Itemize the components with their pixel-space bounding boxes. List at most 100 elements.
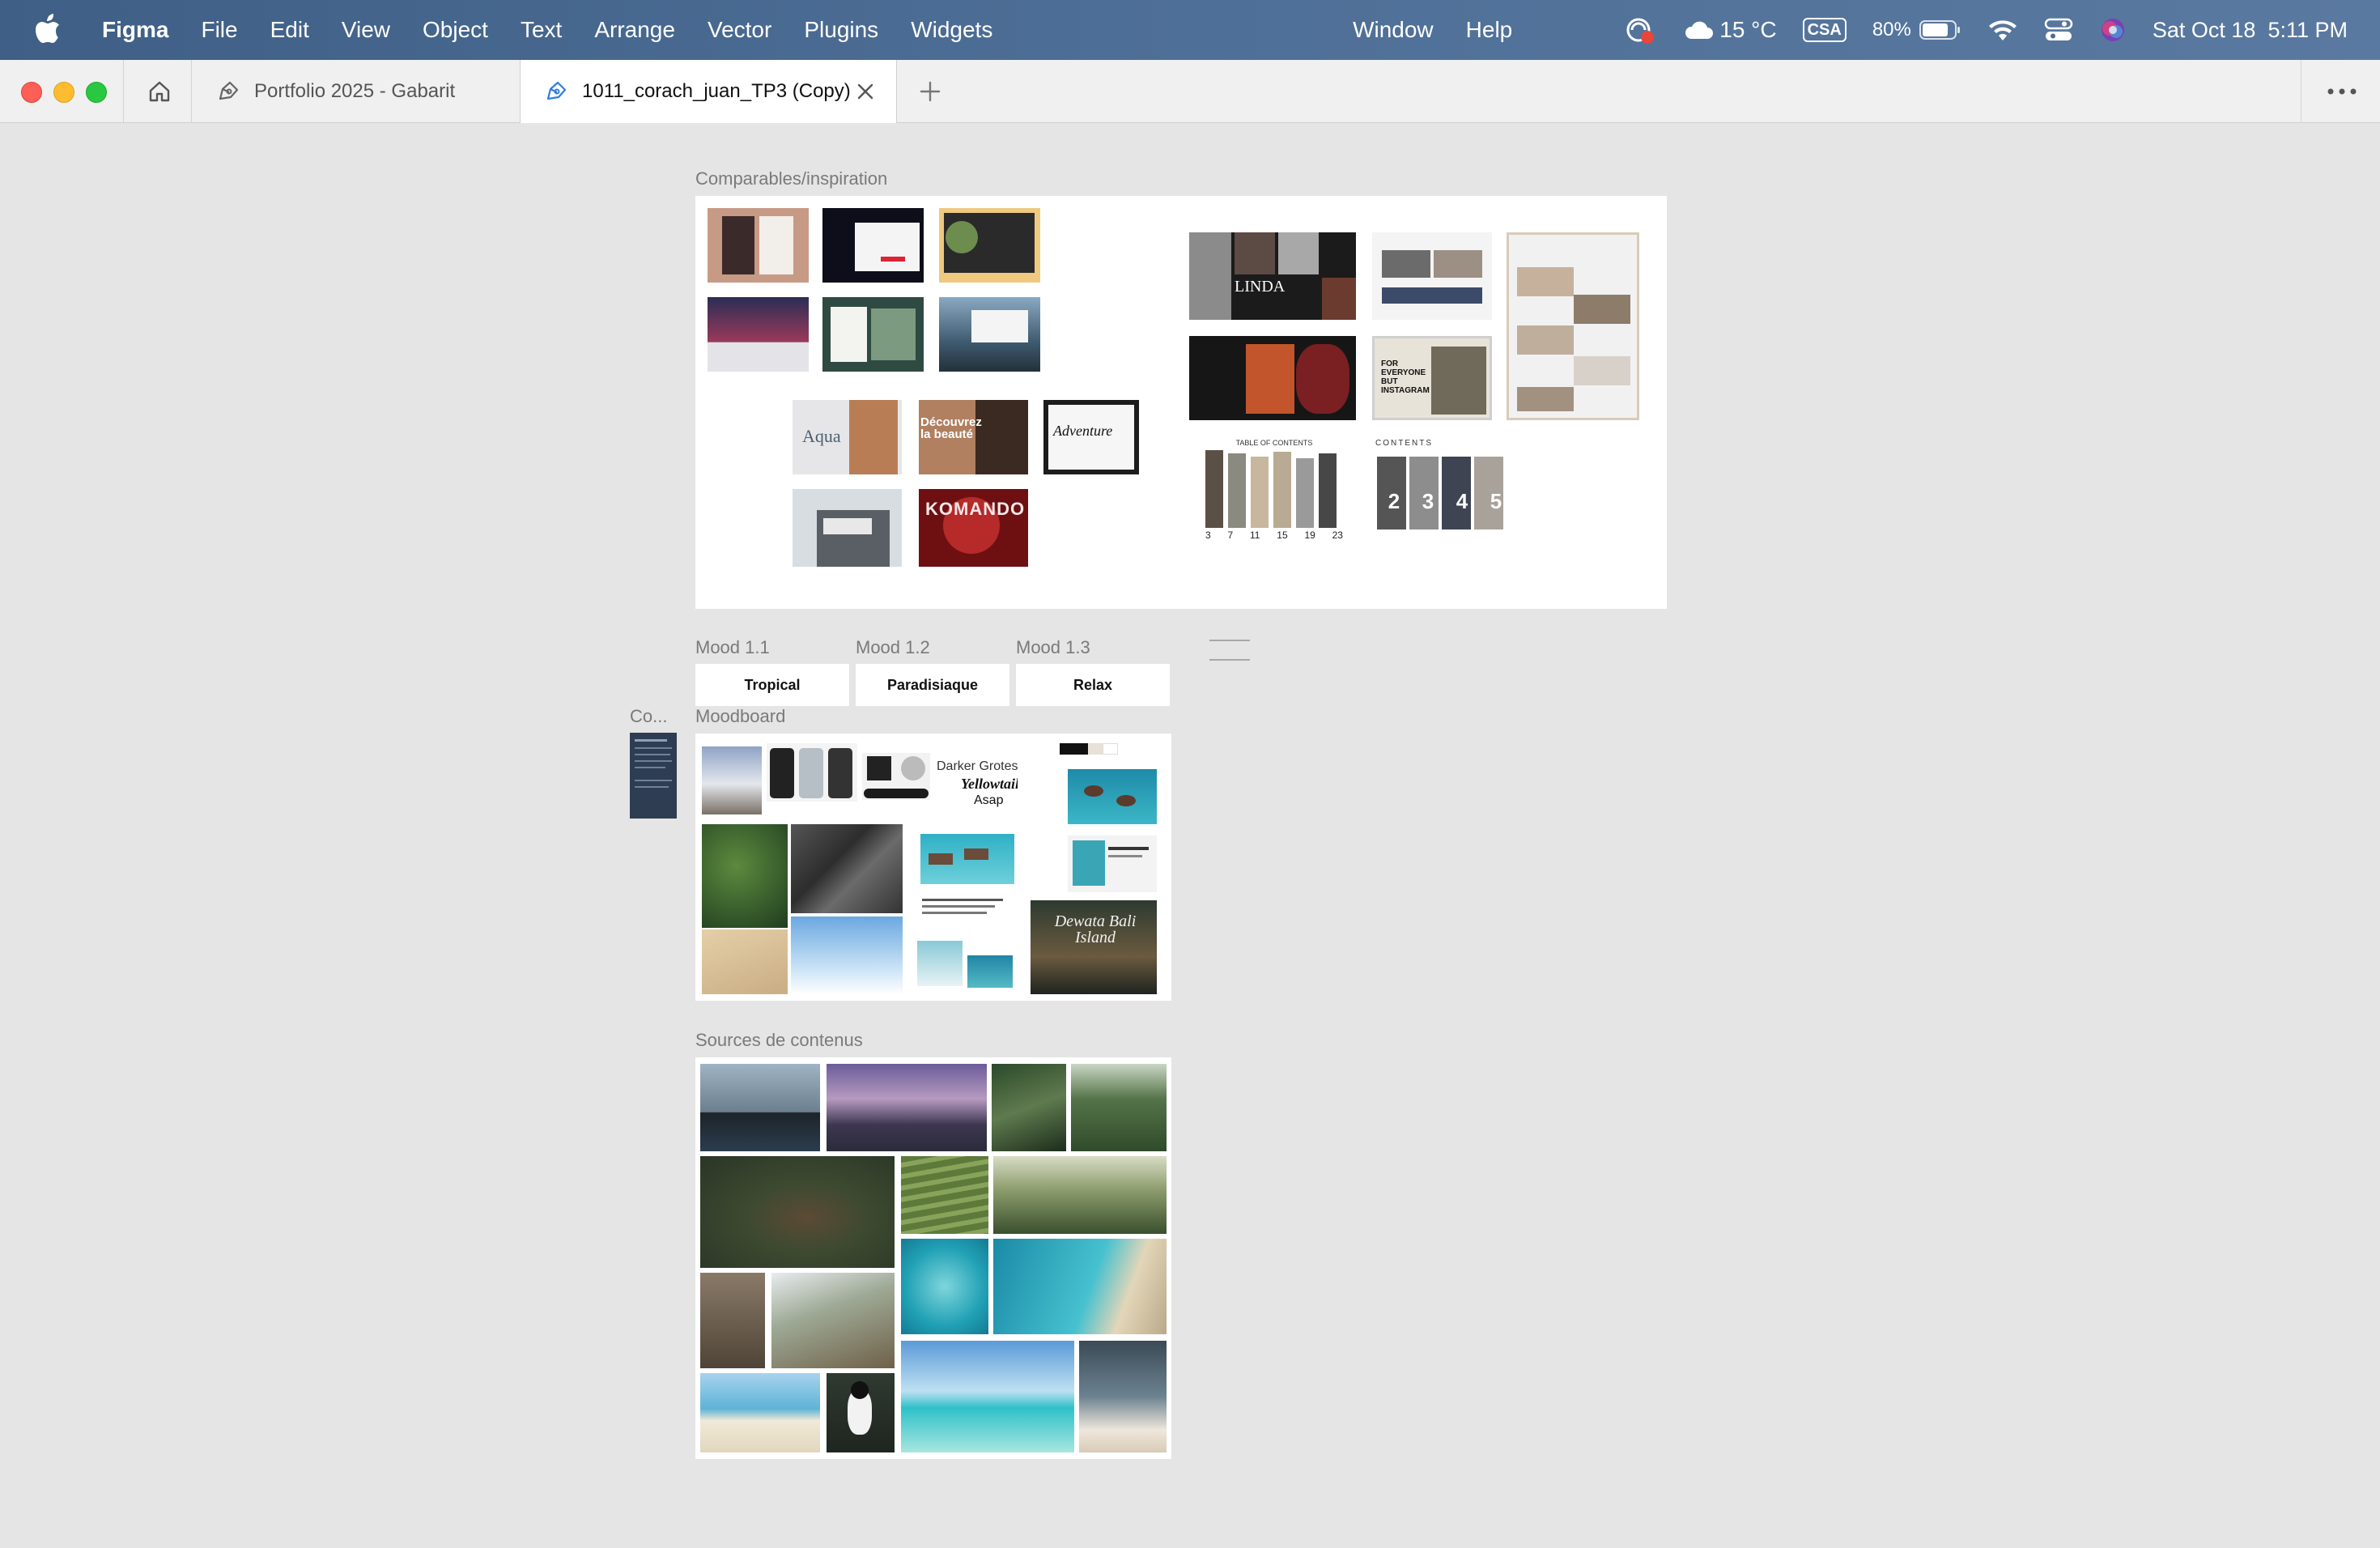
inspiration-thumb-komando[interactable]: KOMANDO xyxy=(919,489,1028,567)
inspiration-thumb-linda[interactable]: LINDA xyxy=(1189,232,1356,320)
tab-portfolio[interactable]: Portfolio 2025 - Gabarit xyxy=(193,60,518,123)
moodboard-thumb[interactable] xyxy=(1068,836,1157,892)
menu-widgets[interactable]: Widgets xyxy=(895,0,1009,60)
control-center-icon[interactable] xyxy=(2031,17,2086,43)
source-photo[interactable] xyxy=(901,1156,988,1234)
source-photo[interactable] xyxy=(901,1341,1074,1452)
close-tab-icon[interactable] xyxy=(854,80,877,103)
screen-recording-icon[interactable] xyxy=(1609,14,1671,46)
mood-card-relax[interactable]: Relax xyxy=(1016,664,1170,706)
new-tab-plus-icon[interactable] xyxy=(915,76,946,107)
inspiration-thumb-toc[interactable]: TABLE OF CONTENTS 3 7 11 15 19 23 xyxy=(1197,439,1351,552)
comparables-frame[interactable]: Aqua Découvrez la beauté Adventure KOMAN… xyxy=(695,196,1667,609)
menu-text[interactable]: Text xyxy=(504,0,578,60)
inspiration-thumb-everyone[interactable]: FOR EVERYONE BUT INSTAGRAM xyxy=(1372,336,1492,420)
mood-card-tropical[interactable]: Tropical xyxy=(695,664,849,706)
moodboard-thumb[interactable] xyxy=(862,753,930,800)
siri-icon[interactable] xyxy=(2086,16,2140,44)
frame-label-mood-2[interactable]: Mood 1.2 xyxy=(856,637,930,658)
source-photo[interactable] xyxy=(1071,1064,1167,1151)
moodboard-thumb-phones[interactable] xyxy=(767,743,857,802)
source-photo[interactable] xyxy=(901,1239,988,1334)
thumb-text: Adventure xyxy=(1053,423,1113,439)
menu-view[interactable]: View xyxy=(325,0,406,60)
inspiration-thumb[interactable] xyxy=(793,489,902,567)
fullscreen-window-button[interactable] xyxy=(86,82,107,103)
source-photo[interactable] xyxy=(1079,1341,1167,1452)
home-button[interactable] xyxy=(138,74,181,108)
inspiration-thumb[interactable] xyxy=(708,208,809,283)
mood-card-paradisiaque[interactable]: Paradisiaque xyxy=(856,664,1009,706)
weather-status[interactable]: 15 °C xyxy=(1671,0,1789,60)
co-frame[interactable] xyxy=(630,733,677,819)
source-photo[interactable] xyxy=(700,1156,895,1268)
input-source-badge: CSA xyxy=(1802,18,1847,42)
toc-number: 11 xyxy=(1250,529,1260,541)
moodboard-thumb-sand[interactable] xyxy=(702,929,788,994)
moodboard-thumb[interactable] xyxy=(920,834,1014,884)
moodboard-thumb[interactable] xyxy=(1068,769,1157,824)
frame-label-sources[interactable]: Sources de contenus xyxy=(695,1030,863,1051)
moodboard-thumb-clouds[interactable] xyxy=(791,916,903,994)
source-photo[interactable] xyxy=(827,1064,987,1151)
source-photo[interactable] xyxy=(993,1156,1167,1234)
frame-label-moodboard[interactable]: Moodboard xyxy=(695,706,785,727)
source-photo[interactable] xyxy=(992,1064,1066,1151)
frame-label-mood-1[interactable]: Mood 1.1 xyxy=(695,637,770,658)
apple-logo-icon[interactable] xyxy=(32,14,62,46)
inspiration-thumb[interactable] xyxy=(939,208,1040,283)
menu-arrange[interactable]: Arrange xyxy=(578,0,691,60)
frame-label-comparables[interactable]: Comparables/inspiration xyxy=(695,168,887,189)
clock[interactable]: Sat Oct 18 5:11 PM xyxy=(2140,0,2361,60)
source-photo[interactable] xyxy=(827,1373,895,1452)
more-options-icon[interactable] xyxy=(2322,79,2362,104)
moodboard-color-palette[interactable] xyxy=(1060,743,1118,755)
thumb-text: CONTENTS xyxy=(1375,439,1433,448)
menu-vector[interactable]: Vector xyxy=(691,0,788,60)
inspiration-thumb-adventure[interactable]: Adventure xyxy=(1043,400,1139,474)
moodboard-frame[interactable]: Darker Grotesque Yellowtail Asap xyxy=(695,734,1171,1001)
inspiration-thumb[interactable] xyxy=(822,208,924,283)
canvas-line-element[interactable] xyxy=(1209,640,1250,641)
battery-status[interactable]: 80% xyxy=(1859,0,1974,60)
frame-label-mood-3[interactable]: Mood 1.3 xyxy=(1016,637,1090,658)
inspiration-thumb[interactable] xyxy=(1189,336,1356,420)
minimize-window-button[interactable] xyxy=(53,82,74,103)
inspiration-thumb-aqua[interactable]: Aqua xyxy=(793,400,902,474)
frame-label-co[interactable]: Co... xyxy=(630,706,667,727)
inspiration-thumb[interactable] xyxy=(822,297,924,372)
inspiration-thumb[interactable] xyxy=(1507,232,1639,420)
inspiration-thumb-contents[interactable]: CONTENTS 2 3 4 5 xyxy=(1375,439,1513,552)
tab-bar: Portfolio 2025 - Gabarit 1011_corach_jua… xyxy=(0,60,2380,123)
menu-file[interactable]: File xyxy=(185,0,253,60)
menu-help[interactable]: Help xyxy=(1450,0,1529,60)
moodboard-thumb-leaves[interactable] xyxy=(702,824,788,928)
inspiration-thumb[interactable] xyxy=(939,297,1040,372)
tab-active-file[interactable]: 1011_corach_juan_TP3 (Copy) xyxy=(520,60,897,123)
inspiration-thumb-beaute[interactable]: Découvrez la beauté xyxy=(919,400,1028,474)
menu-plugins[interactable]: Plugins xyxy=(788,0,895,60)
wifi-icon[interactable] xyxy=(1974,18,2031,42)
inspiration-thumb[interactable] xyxy=(1372,232,1492,320)
input-source[interactable]: CSA xyxy=(1790,18,1859,42)
inspiration-thumb[interactable] xyxy=(708,297,809,372)
menu-object[interactable]: Object xyxy=(406,0,504,60)
source-photo[interactable] xyxy=(700,1373,820,1452)
source-photo[interactable] xyxy=(993,1239,1167,1334)
moodboard-thumb-sand-dark[interactable] xyxy=(791,824,903,913)
menu-window[interactable]: Window xyxy=(1337,0,1450,60)
canvas-line-element[interactable] xyxy=(1209,659,1250,661)
menu-edit[interactable]: Edit xyxy=(254,0,325,60)
moodboard-thumb-bali[interactable]: Dewata Bali Island xyxy=(1031,900,1157,994)
design-canvas[interactable]: Comparables/inspiration Aqua Découvrez l… xyxy=(0,123,2380,1548)
thumb-text: LINDA xyxy=(1235,278,1286,296)
source-photo[interactable] xyxy=(771,1273,895,1368)
tab-divider xyxy=(123,60,124,123)
sources-frame[interactable] xyxy=(695,1057,1171,1459)
moodboard-thumb-article[interactable] xyxy=(914,892,1016,994)
moodboard-thumb[interactable] xyxy=(702,746,762,814)
source-photo[interactable] xyxy=(700,1273,765,1368)
close-window-button[interactable] xyxy=(21,82,42,103)
menu-figma[interactable]: Figma xyxy=(86,0,185,60)
source-photo[interactable] xyxy=(700,1064,820,1151)
